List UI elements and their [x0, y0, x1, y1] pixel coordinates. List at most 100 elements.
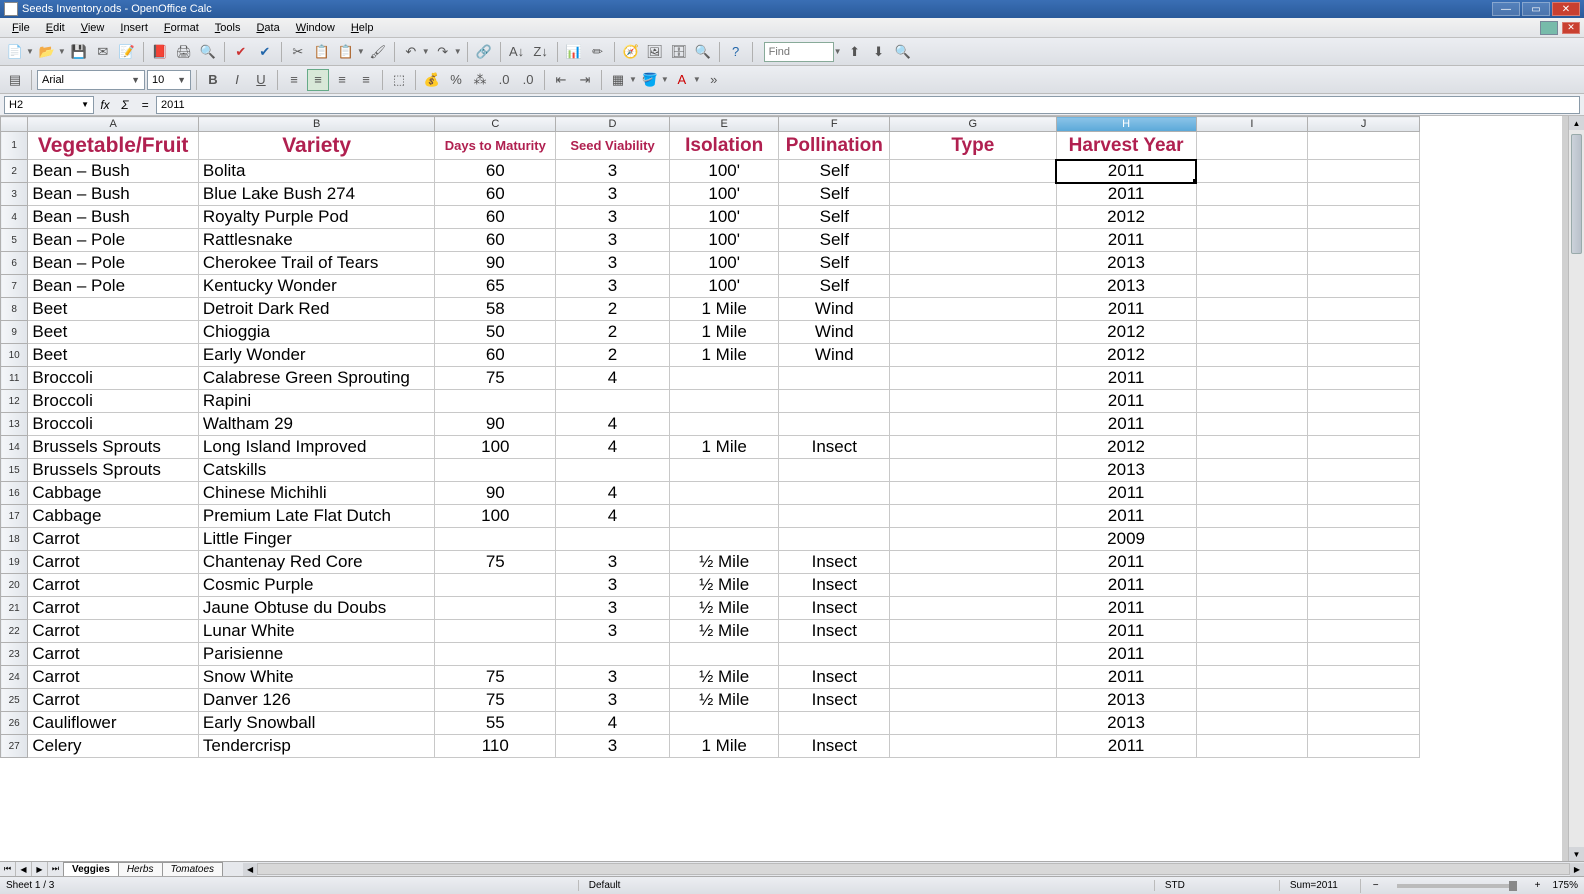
- cell[interactable]: Waltham 29: [198, 413, 435, 436]
- cell[interactable]: Beet: [28, 321, 199, 344]
- cell[interactable]: [890, 436, 1056, 459]
- tab-last-button[interactable]: ⏭: [48, 862, 64, 876]
- col-H[interactable]: H: [1056, 117, 1196, 132]
- row-head[interactable]: 25: [1, 689, 28, 712]
- row-head[interactable]: 22: [1, 620, 28, 643]
- row-head[interactable]: 1: [1, 132, 28, 160]
- cell[interactable]: Chantenay Red Core: [198, 551, 435, 574]
- cell[interactable]: Self: [779, 183, 890, 206]
- row-head[interactable]: 9: [1, 321, 28, 344]
- cell[interactable]: 2: [556, 321, 670, 344]
- cell[interactable]: Insect: [779, 689, 890, 712]
- cell[interactable]: [1196, 229, 1308, 252]
- copy-button[interactable]: 📋: [311, 41, 333, 63]
- cell[interactable]: [1196, 436, 1308, 459]
- maximize-button[interactable]: ▭: [1522, 2, 1550, 16]
- cell[interactable]: 2011: [1056, 229, 1196, 252]
- cell[interactable]: [890, 551, 1056, 574]
- cell[interactable]: Long Island Improved: [198, 436, 435, 459]
- menu-file[interactable]: File: [4, 20, 38, 36]
- row-head[interactable]: 16: [1, 482, 28, 505]
- cell[interactable]: [669, 367, 779, 390]
- cell[interactable]: [1196, 206, 1308, 229]
- cell[interactable]: Bean – Bush: [28, 206, 199, 229]
- cell[interactable]: Brussels Sprouts: [28, 436, 199, 459]
- sort-desc-button[interactable]: Z↓: [530, 41, 552, 63]
- cell[interactable]: [435, 597, 556, 620]
- cell[interactable]: [1196, 712, 1308, 735]
- find-prev-button[interactable]: ⬆: [844, 41, 866, 63]
- row-head[interactable]: 15: [1, 459, 28, 482]
- sort-asc-button[interactable]: A↓: [506, 41, 528, 63]
- zoom-in-button[interactable]: +: [1535, 880, 1541, 891]
- cell[interactable]: Brussels Sprouts: [28, 459, 199, 482]
- cell[interactable]: [1196, 252, 1308, 275]
- cell[interactable]: Wind: [779, 298, 890, 321]
- cell[interactable]: Early Snowball: [198, 712, 435, 735]
- cell[interactable]: ½ Mile: [669, 689, 779, 712]
- cell[interactable]: 2013: [1056, 712, 1196, 735]
- cell[interactable]: Detroit Dark Red: [198, 298, 435, 321]
- row-head[interactable]: 19: [1, 551, 28, 574]
- row-head[interactable]: 8: [1, 298, 28, 321]
- cell[interactable]: ½ Mile: [669, 620, 779, 643]
- navigator-button[interactable]: 🧭: [620, 41, 642, 63]
- align-justify-button[interactable]: ≡: [355, 69, 377, 91]
- cell[interactable]: 2013: [1056, 275, 1196, 298]
- header-harvest[interactable]: Harvest Year: [1056, 132, 1196, 160]
- cell[interactable]: [1308, 735, 1420, 758]
- cell[interactable]: [1196, 298, 1308, 321]
- cell[interactable]: [890, 689, 1056, 712]
- cell[interactable]: [1308, 298, 1420, 321]
- cell[interactable]: [890, 390, 1056, 413]
- row-head[interactable]: 27: [1, 735, 28, 758]
- cell[interactable]: ½ Mile: [669, 597, 779, 620]
- cell[interactable]: [669, 459, 779, 482]
- tab-next-button[interactable]: ▶: [32, 862, 48, 876]
- remove-decimal-button[interactable]: .0: [517, 69, 539, 91]
- cell[interactable]: 2011: [1056, 367, 1196, 390]
- sheet-tab-tomatoes[interactable]: Tomatoes: [162, 862, 224, 876]
- cell[interactable]: Insect: [779, 436, 890, 459]
- row-head[interactable]: 4: [1, 206, 28, 229]
- row-head[interactable]: 20: [1, 574, 28, 597]
- add-decimal-button[interactable]: .0: [493, 69, 515, 91]
- cell[interactable]: [1308, 574, 1420, 597]
- row-head[interactable]: 2: [1, 160, 28, 183]
- cell[interactable]: 3: [556, 275, 670, 298]
- col-A[interactable]: A: [28, 117, 199, 132]
- cell[interactable]: [1308, 390, 1420, 413]
- cell[interactable]: Royalty Purple Pod: [198, 206, 435, 229]
- cell[interactable]: [890, 413, 1056, 436]
- menu-data[interactable]: Data: [248, 20, 287, 36]
- cell[interactable]: Carrot: [28, 620, 199, 643]
- align-right-button[interactable]: ≡: [331, 69, 353, 91]
- cell[interactable]: [1308, 160, 1420, 183]
- cell[interactable]: Self: [779, 229, 890, 252]
- cell[interactable]: Broccoli: [28, 390, 199, 413]
- cell[interactable]: 2011: [1056, 183, 1196, 206]
- cell[interactable]: [1308, 344, 1420, 367]
- cell[interactable]: [669, 528, 779, 551]
- cell[interactable]: [1196, 689, 1308, 712]
- cell[interactable]: [1196, 528, 1308, 551]
- cell[interactable]: [779, 643, 890, 666]
- cell[interactable]: 2011: [1056, 413, 1196, 436]
- zoom-out-button[interactable]: −: [1373, 880, 1379, 891]
- cell[interactable]: Insect: [779, 666, 890, 689]
- cell[interactable]: [1308, 206, 1420, 229]
- col-I[interactable]: I: [1196, 117, 1308, 132]
- header-variety[interactable]: Variety: [198, 132, 435, 160]
- header-vegetable[interactable]: Vegetable/Fruit: [28, 132, 199, 160]
- cell[interactable]: [1196, 597, 1308, 620]
- cell[interactable]: [669, 643, 779, 666]
- cell[interactable]: [779, 528, 890, 551]
- cell[interactable]: [1196, 275, 1308, 298]
- italic-button[interactable]: I: [226, 69, 248, 91]
- cell[interactable]: Danver 126: [198, 689, 435, 712]
- cell[interactable]: Carrot: [28, 528, 199, 551]
- cell[interactable]: [1308, 321, 1420, 344]
- autospell-button[interactable]: ✔: [254, 41, 276, 63]
- cell[interactable]: [1196, 735, 1308, 758]
- cell[interactable]: Cauliflower: [28, 712, 199, 735]
